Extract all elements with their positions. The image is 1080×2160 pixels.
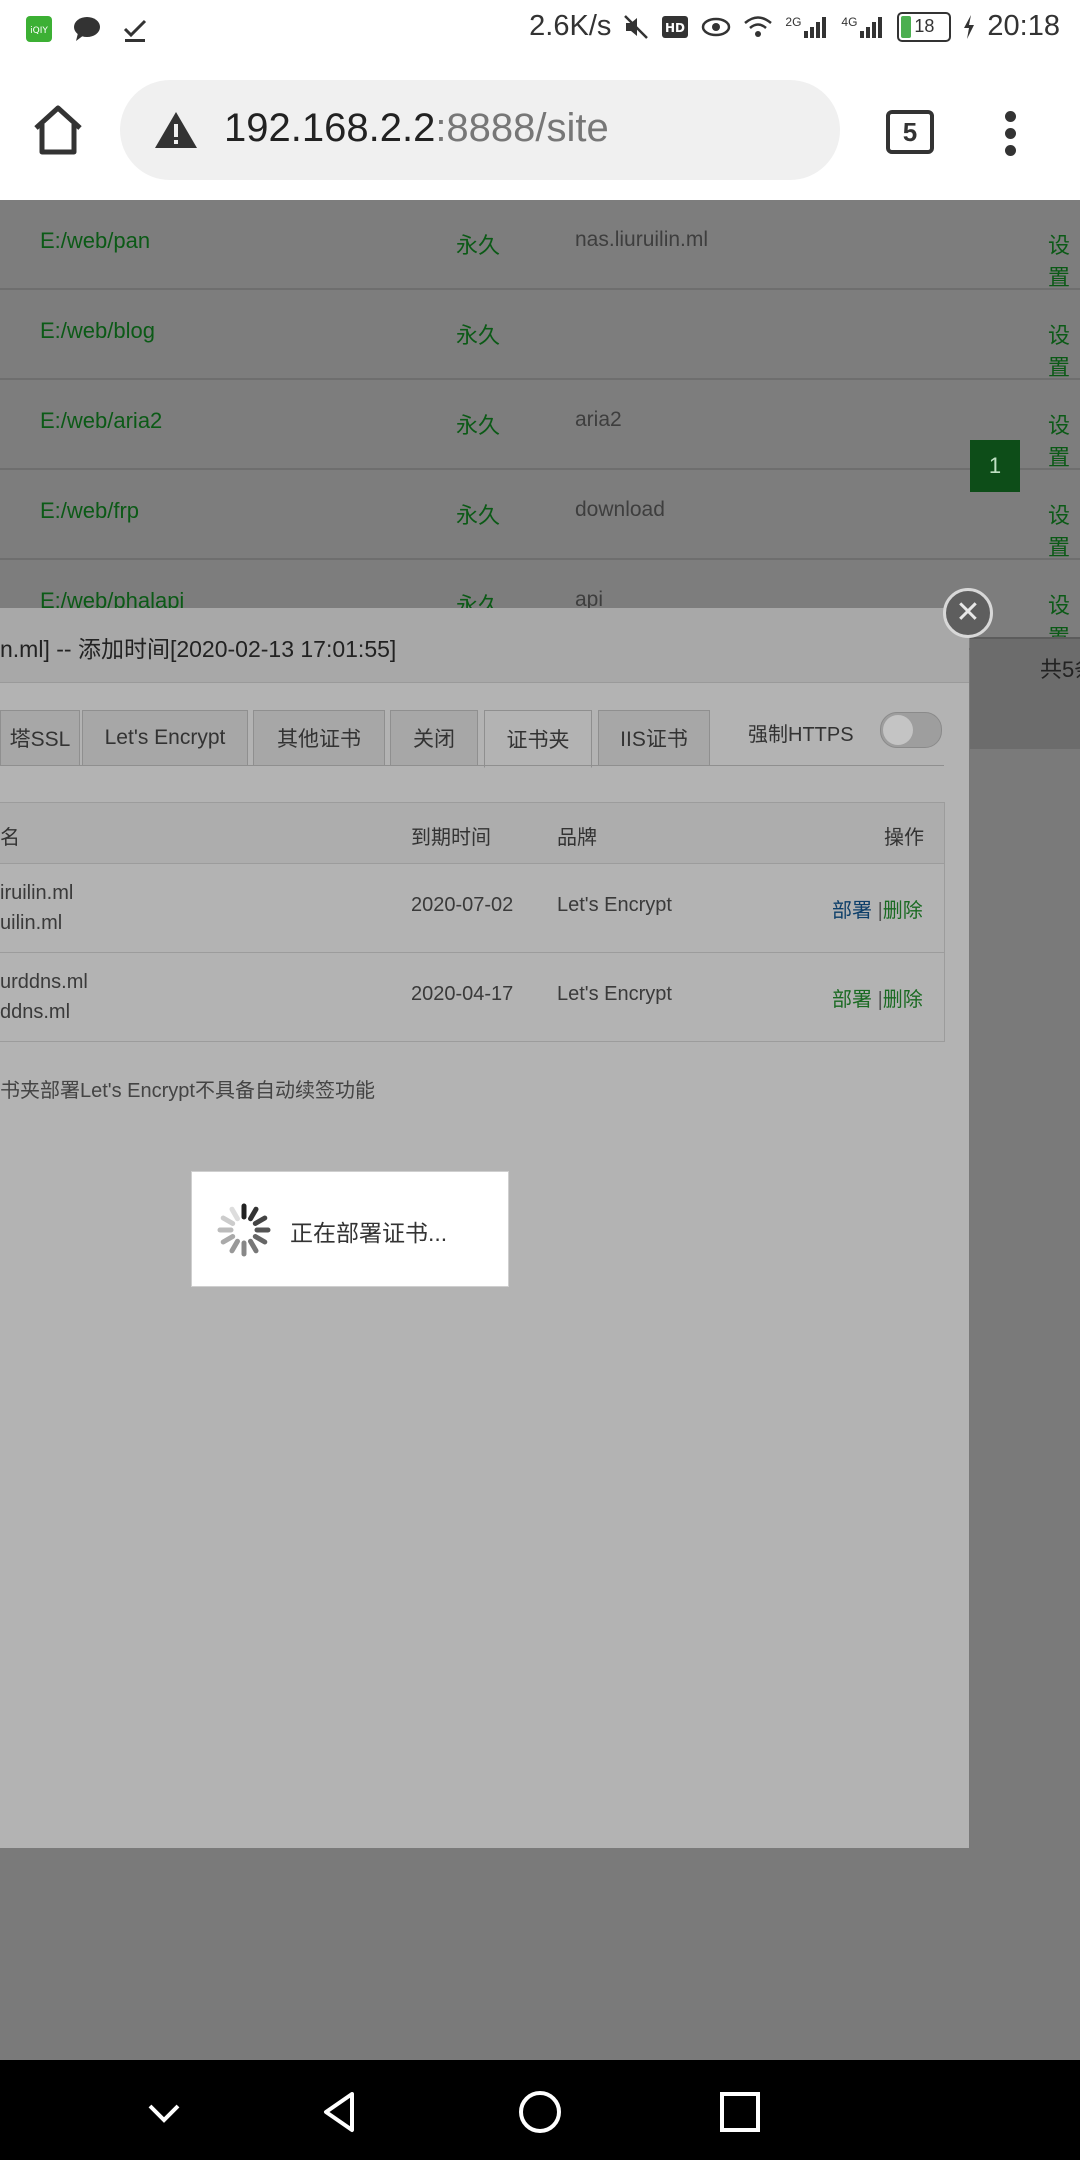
site-note[interactable]: aria2: [575, 408, 622, 432]
site-expiry[interactable]: 永久: [456, 408, 500, 440]
site-path[interactable]: E:/web/aria2: [40, 408, 162, 434]
system-nav-bar: [0, 2060, 1080, 2160]
close-dialog-button[interactable]: ✕: [943, 588, 993, 638]
deploy-link[interactable]: 部署: [832, 989, 872, 1011]
url-path: :8888/site: [435, 106, 609, 150]
message-icon: [72, 14, 102, 44]
col-actions: 操作: [884, 827, 924, 849]
cert-brand: Let's Encrypt: [557, 983, 672, 1005]
svg-text:HD: HD: [665, 21, 685, 35]
browser-toolbar: 192.168.2.2:8888/site 5: [0, 60, 1080, 200]
warning-icon[interactable]: [154, 110, 198, 150]
dialog-header: n.ml] -- 添加时间[2020-02-13 17:01:55]: [0, 608, 969, 683]
url-host: 192.168.2.2: [224, 106, 436, 150]
cert-expiry: 2020-07-02: [411, 894, 514, 916]
col-domain: 名: [0, 827, 20, 849]
url-text[interactable]: 192.168.2.2:8888/site: [224, 106, 609, 151]
iqiyi-icon: iQIY: [24, 14, 54, 44]
delete-link[interactable]: 删除: [883, 900, 923, 922]
charging-icon: [964, 14, 975, 39]
site-path[interactable]: E:/web/frp: [40, 498, 139, 524]
page-current[interactable]: 1: [970, 440, 1020, 492]
site-row: E:/web/pan 永久 nas.liuruilin.ml 设置: [0, 200, 1080, 290]
spinner-icon: [217, 1203, 271, 1257]
svg-text:iQIY: iQIY: [30, 26, 48, 36]
site-path[interactable]: E:/web/pan: [40, 228, 150, 254]
deploy-link[interactable]: 部署: [832, 900, 872, 922]
download-done-icon: [120, 14, 150, 44]
back-icon[interactable]: [318, 2090, 362, 2134]
system-status: 2.6K/s HD 2G 4G 18 20:18: [529, 10, 1060, 43]
site-row: E:/web/aria2 永久 aria2 设置: [0, 380, 1080, 470]
chevron-down-icon[interactable]: [142, 2090, 186, 2134]
close-icon: ✕: [955, 596, 981, 629]
table-row: urddns.ml ddns.ml 2020-04-17 Let's Encryp…: [0, 953, 944, 1041]
home-nav-icon[interactable]: [518, 2090, 562, 2134]
recents-icon[interactable]: [718, 2090, 762, 2134]
site-note[interactable]: download: [575, 498, 665, 522]
site-settings-link[interactable]: 设置: [1048, 318, 1080, 382]
dialog-title: n.ml] -- 添加时间[2020-02-13 17:01:55]: [0, 636, 397, 662]
signal-4g-icon: 4G: [841, 15, 885, 39]
cert-table: 名 到期时间 品牌 操作 iruilin.ml uilin.ml 2020-07-…: [0, 802, 945, 1042]
toggle-knob: [883, 715, 913, 745]
home-icon: [34, 105, 82, 155]
site-expiry[interactable]: 永久: [456, 498, 500, 530]
tab-baota-ssl[interactable]: 塔SSL: [0, 710, 80, 766]
address-bar[interactable]: 192.168.2.2:8888/site: [120, 80, 840, 180]
cert-actions: 部署 |删除: [832, 989, 923, 1011]
site-row: E:/web/blog 永久 设置: [0, 290, 1080, 380]
site-settings-link[interactable]: 设置: [1048, 498, 1080, 562]
cert-actions: 部署 |删除: [832, 900, 923, 922]
tab-count: 5: [902, 116, 918, 147]
notification-icons: iQIY: [24, 14, 150, 44]
table-header: 名 到期时间 品牌 操作: [0, 803, 944, 864]
tab-divider: [0, 765, 944, 766]
cert-brand: Let's Encrypt: [557, 894, 672, 916]
mute-icon: [624, 14, 649, 39]
loading-text: 正在部署证书...: [290, 1220, 448, 1246]
net-speed: 2.6K/s: [529, 10, 612, 42]
tab-switcher-button[interactable]: 5: [886, 110, 934, 154]
tab-cert-folder[interactable]: 证书夹: [484, 710, 592, 768]
eye-icon: [702, 17, 731, 36]
cert-expiry: 2020-04-17: [411, 983, 514, 1005]
col-brand: 品牌: [557, 827, 597, 849]
home-button[interactable]: [30, 102, 90, 162]
site-expiry[interactable]: 永久: [456, 318, 500, 350]
clock: 20:18: [987, 10, 1060, 42]
site-path[interactable]: E:/web/blog: [40, 318, 155, 344]
site-settings-link[interactable]: 设置: [1048, 408, 1080, 472]
site-row: E:/web/frp 永久 download 设置: [0, 470, 1080, 560]
force-https-label: 强制HTTPS: [748, 724, 854, 746]
tab-other-cert[interactable]: 其他证书: [253, 710, 385, 766]
site-note[interactable]: nas.liuruilin.ml: [575, 228, 708, 252]
table-row: iruilin.ml uilin.ml 2020-07-02 Let's Encr…: [0, 864, 944, 953]
cert-domains: iruilin.ml uilin.ml: [0, 882, 74, 934]
hd-icon: HD: [662, 15, 689, 38]
page-total: 共5条: [1040, 657, 1080, 682]
cert-folder-hint: 书夹部署Let's Encrypt不具备自动续签功能: [0, 1080, 375, 1102]
site-expiry[interactable]: 永久: [456, 228, 500, 260]
tab-iis-cert[interactable]: IIS证书: [598, 710, 710, 766]
loading-toast: 正在部署证书...: [191, 1171, 509, 1287]
delete-link[interactable]: 删除: [883, 989, 923, 1011]
pagination: 1 共5条: [970, 440, 1080, 749]
cert-domains: urddns.ml ddns.ml: [0, 971, 88, 1023]
more-menu-button[interactable]: [1000, 108, 1020, 168]
battery-icon: 18: [897, 11, 952, 42]
signal-2g-icon: 2G: [785, 15, 829, 39]
tab-lets-encrypt[interactable]: Let's Encrypt: [82, 710, 248, 766]
site-settings-link[interactable]: 设置: [1048, 228, 1080, 292]
force-https-toggle[interactable]: [880, 712, 942, 748]
status-bar: iQIY 2.6K/s HD 2G 4G 18 20:18: [0, 0, 1080, 60]
col-expiry: 到期时间: [411, 827, 491, 849]
wifi-icon: [744, 15, 773, 37]
tab-close-ssl[interactable]: 关闭: [390, 710, 478, 766]
